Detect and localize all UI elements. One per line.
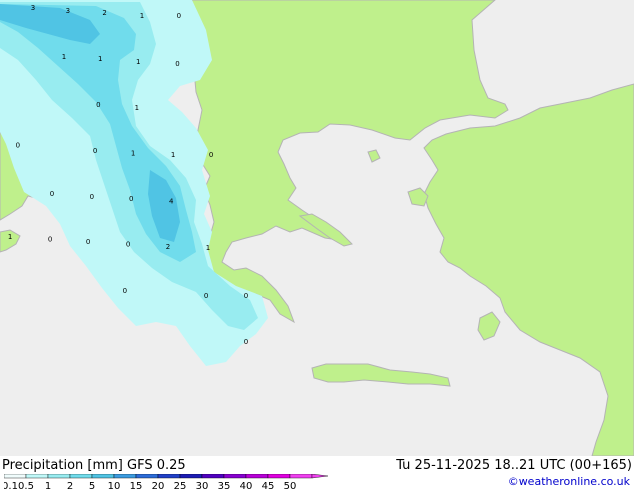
legend-swatch: [157, 474, 181, 479]
legend-label: 1: [45, 481, 51, 490]
legend-label: 5: [89, 481, 95, 490]
legend-label: 15: [130, 481, 143, 490]
precip-value: 0: [90, 193, 94, 201]
precip-value: 0: [177, 12, 181, 20]
precip-value: 1: [131, 150, 135, 158]
precipitation-map[interactable]: 3 3 2 1 0 1 1 1 0 0 1 0 0 1 1 0 0 0 0 4 1 0 0 0 2 1 0 0 0 0: [0, 0, 634, 456]
precip-value: 0: [93, 147, 97, 155]
precip-value: 3: [31, 4, 35, 12]
legend-label: 35: [218, 481, 231, 490]
precip-value: 0: [48, 236, 52, 244]
legend-label: 0.5: [18, 481, 34, 490]
precip-value: 0: [204, 292, 208, 300]
precip-value: 0: [96, 101, 100, 109]
legend-swatch: [47, 474, 71, 479]
precip-value: 0: [16, 142, 20, 150]
precip-value: 0: [129, 195, 133, 203]
precip-value: 4: [169, 197, 174, 205]
precip-legend: 0.1 0.5 1 2 5 10 15 20 25 30 35 40 45 50: [4, 474, 329, 490]
precip-value: 0: [175, 60, 179, 68]
precip-value: 1: [136, 58, 140, 66]
precip-value: 1: [140, 12, 144, 20]
precip-value: 0: [86, 238, 90, 246]
precip-value: 0: [209, 151, 213, 159]
precip-value: 2: [166, 243, 170, 251]
precip-value: 0: [126, 241, 130, 249]
precip-value: 1: [171, 151, 175, 159]
legend-swatch: [245, 474, 269, 479]
legend-label: 45: [262, 481, 275, 490]
precip-value: 1: [206, 244, 210, 252]
precip-value: 0: [123, 287, 127, 295]
precip-value: 1: [135, 104, 139, 112]
legend-swatch: [135, 474, 159, 479]
precip-value: 3: [66, 7, 70, 15]
legend-swatch: [223, 474, 247, 479]
legend-label: 20: [152, 481, 165, 490]
precip-value: 0: [244, 292, 248, 300]
legend-swatch: [113, 474, 137, 479]
legend-swatch: [69, 474, 93, 479]
legend-arrow: [311, 474, 329, 479]
precip-value: 1: [62, 53, 66, 61]
precip-value: 2: [102, 9, 106, 17]
map-title: Precipitation [mm] GFS 0.25: [2, 458, 186, 473]
legend-swatch: [91, 474, 115, 479]
legend-label: 50: [284, 481, 297, 490]
precip-value: 0: [244, 338, 248, 346]
legend-label: 40: [240, 481, 253, 490]
legend-swatch: [179, 474, 203, 479]
precip-value: 0: [50, 190, 54, 198]
run-time: Tu 25-11-2025 18..21 UTC (00+165): [396, 458, 632, 473]
legend-label: 10: [108, 481, 121, 490]
legend-label: 0.1: [4, 481, 18, 490]
legend-swatch: [289, 474, 313, 479]
credit-link[interactable]: ©weatheronline.co.uk: [508, 475, 630, 488]
legend-label: 2: [67, 481, 73, 490]
legend-swatch: [201, 474, 225, 479]
legend-swatch: [4, 474, 27, 479]
legend-swatch: [267, 474, 291, 479]
legend-label: 30: [196, 481, 209, 490]
legend-swatch: [25, 474, 49, 479]
precip-value: 1: [8, 233, 12, 241]
precip-value: 1: [98, 55, 102, 63]
legend-label: 25: [174, 481, 187, 490]
